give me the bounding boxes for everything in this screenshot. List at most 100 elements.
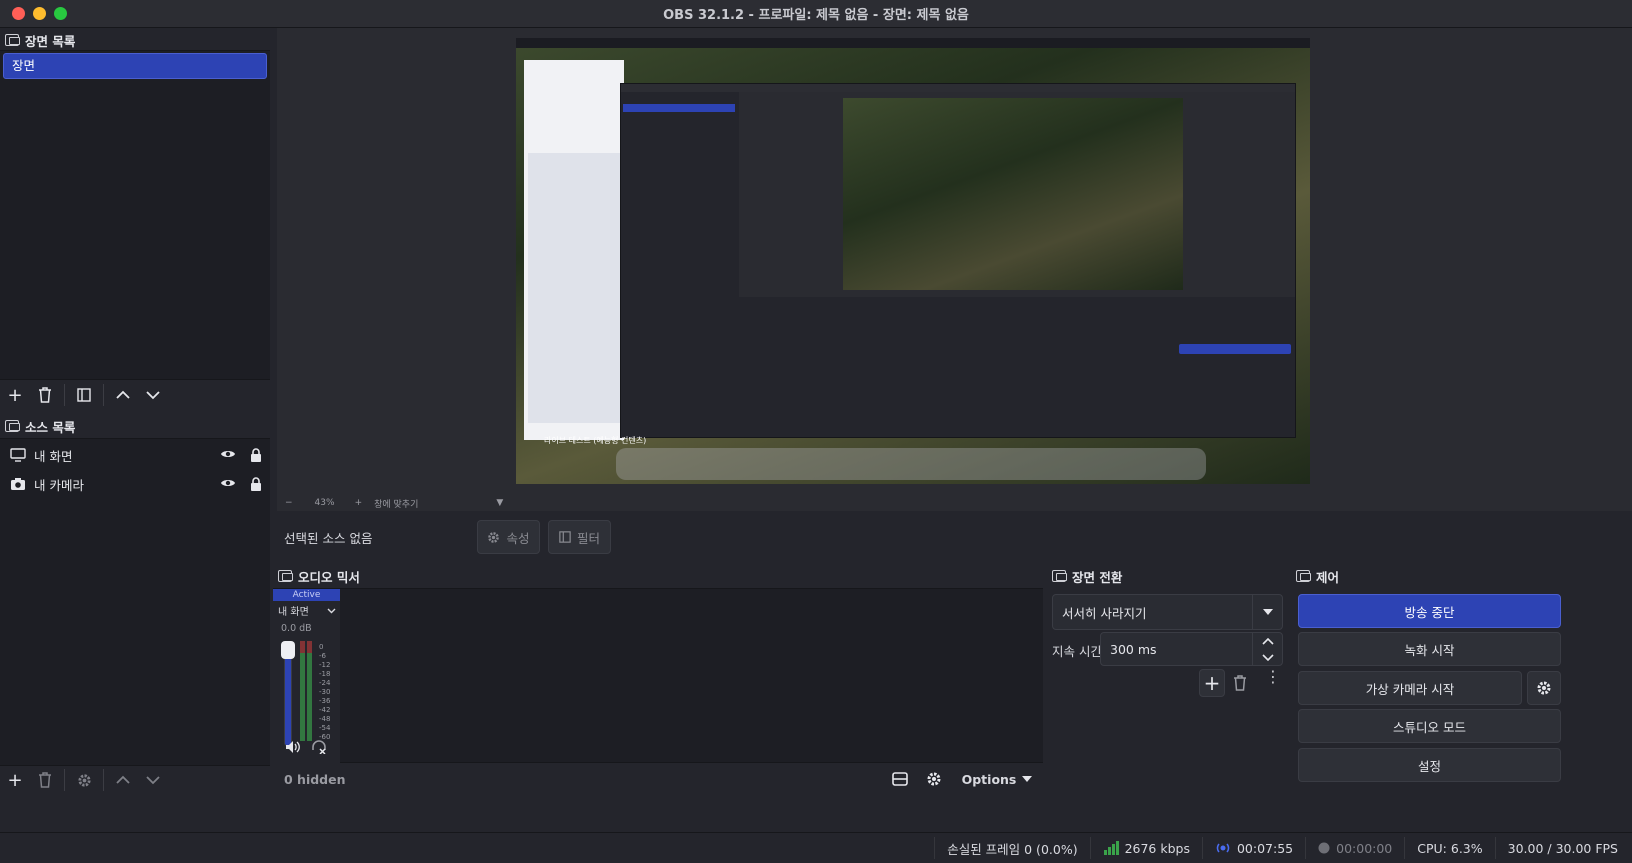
remove-scene-button[interactable] <box>30 381 60 409</box>
eye-icon[interactable] <box>220 448 236 460</box>
selected-source-label: 선택된 소스 없음 <box>284 530 373 546</box>
source-properties-button[interactable] <box>69 766 99 794</box>
window-title: OBS 32.1.2 - 프로파일: 제목 없음 - 장면: 제목 없음 <box>663 8 969 23</box>
meter-scale: 0 -6 -12 -18 -24 -30 -36 -42 -48 -54 -60 <box>319 643 331 741</box>
scene-item[interactable]: 장면 <box>3 53 267 79</box>
chevron-up-icon <box>116 775 130 784</box>
scenes-title: 장면 목록 <box>25 33 76 49</box>
chevron-up-icon <box>116 390 130 399</box>
trash-icon <box>1234 675 1246 691</box>
channel-name-select[interactable]: 내 화면 <box>273 601 340 618</box>
scenes-list[interactable]: 장면 <box>0 50 270 380</box>
virtual-camera-settings-button[interactable] <box>1527 671 1561 705</box>
headphone-mute-icon[interactable] <box>311 740 327 754</box>
mixer-settings-button[interactable] <box>924 770 944 788</box>
move-source-up-button[interactable] <box>108 766 138 794</box>
filter-icon <box>559 531 571 543</box>
zoom-level: 43% <box>314 498 335 508</box>
volume-slider[interactable] <box>281 641 295 746</box>
filters-button[interactable]: 필터 <box>548 520 611 554</box>
transition-menu-button[interactable]: ⋮ <box>1265 669 1281 685</box>
remove-source-button[interactable] <box>30 766 60 794</box>
transition-select[interactable]: 서서히 사라지기 <box>1052 594 1283 630</box>
scene-filters-button[interactable] <box>69 381 99 409</box>
source-item-screen[interactable]: 내 화면 <box>0 441 270 469</box>
dock-icon <box>1296 570 1311 582</box>
start-virtual-camera-button[interactable]: 가상 카메라 시작 <box>1298 671 1522 705</box>
transitions-header: 장면 전환 <box>1047 564 1287 588</box>
transitions-title: 장면 전환 <box>1072 569 1123 585</box>
speaker-icon[interactable] <box>285 740 301 754</box>
zoom-fit-select[interactable]: 창에 맞추기 <box>374 497 418 510</box>
zoom-out-button[interactable]: − <box>285 498 293 508</box>
stop-streaming-button[interactable]: 방송 중단 <box>1298 594 1561 628</box>
toolbar-separator <box>103 384 104 406</box>
gear-icon <box>488 531 500 543</box>
close-window-button[interactable] <box>12 7 25 20</box>
camera-icon <box>11 478 25 490</box>
chevron-down-icon[interactable] <box>1261 653 1274 661</box>
eye-icon[interactable] <box>220 477 236 489</box>
add-scene-button[interactable]: + <box>0 381 30 409</box>
mixer-options-button[interactable]: Options <box>961 767 1033 791</box>
streaming-icon <box>1216 843 1230 853</box>
source-actions <box>220 477 262 491</box>
move-source-down-button[interactable] <box>138 766 168 794</box>
scenes-header: 장면 목록 <box>0 28 270 52</box>
mixer-channel: Active 내 화면 0.0 dB 0 -6 -12 -18 -24 -30 -3 <box>273 589 340 764</box>
nested-dock <box>616 448 1206 480</box>
filter-icon <box>77 388 91 402</box>
preview-area[interactable]: 라이브 테스트 (예능형 컨텐츠) <box>277 28 1632 495</box>
scenes-panel: 장면 목록 장면 + <box>0 28 270 410</box>
settings-button[interactable]: 설정 <box>1298 748 1561 782</box>
gear-icon <box>927 772 941 786</box>
studio-mode-button[interactable]: 스튜디오 모드 <box>1298 709 1561 743</box>
lock-icon[interactable] <box>250 448 262 462</box>
chevron-up-icon[interactable] <box>1261 637 1274 645</box>
move-scene-down-button[interactable] <box>138 381 168 409</box>
add-transition-button[interactable]: + <box>1199 669 1225 697</box>
audio-mixer-panel: 오디오 믹서 Active 내 화면 0.0 dB 0 -6 -12 -18 -… <box>273 564 1043 794</box>
start-recording-button[interactable]: 녹화 시작 <box>1298 632 1561 666</box>
cpu-usage: CPU: 6.3% <box>1404 837 1494 859</box>
stream-timer: 00:07:55 <box>1201 837 1305 859</box>
mixer-title: 오디오 믹서 <box>298 569 360 585</box>
zoom-dropdown-arrow[interactable]: ▼ <box>496 498 503 508</box>
add-source-button[interactable]: + <box>0 766 30 794</box>
duration-spinbox[interactable]: 300 ms <box>1100 632 1283 666</box>
nested-menubar <box>516 38 1310 48</box>
mixer-footer: 0 hidden Options <box>273 765 1043 793</box>
toolbar-separator <box>64 769 65 791</box>
source-item-camera[interactable]: 내 카메라 <box>0 470 270 498</box>
dropped-frames: 손실된 프레임 0 (0.0%) <box>934 837 1089 859</box>
dock-icon <box>278 570 293 582</box>
bitrate: 2676 kbps <box>1089 837 1202 859</box>
source-label: 내 화면 <box>34 448 73 464</box>
window-controls <box>12 7 67 20</box>
sources-panel: 소스 목록 내 화면 내 카메라 + <box>0 414 270 794</box>
sources-title: 소스 목록 <box>25 419 76 435</box>
controls-panel: 제어 방송 중단 녹화 시작 가상 카메라 시작 스튜디오 모드 설정 <box>1291 564 1567 794</box>
volume-slider-handle[interactable] <box>281 641 295 659</box>
properties-button[interactable]: 속성 <box>477 520 540 554</box>
preview-canvas[interactable]: 라이브 테스트 (예능형 컨텐츠) <box>516 38 1310 484</box>
monitor-icon <box>10 448 26 462</box>
chevron-down-icon <box>327 608 336 613</box>
channel-level: 0.0 dB <box>281 623 312 634</box>
sources-list[interactable]: 내 화면 내 카메라 <box>0 438 270 766</box>
chevron-down-icon <box>146 776 160 785</box>
remove-transition-button[interactable] <box>1233 675 1247 695</box>
hidden-count: 0 hidden <box>284 771 346 787</box>
source-actions <box>220 448 262 462</box>
sources-header: 소스 목록 <box>0 414 270 438</box>
scene-transitions-panel: 장면 전환 서서히 사라지기 지속 시간 300 ms + ⋮ <box>1047 564 1287 794</box>
chevron-down-icon <box>146 391 160 400</box>
caret-down-icon <box>1262 609 1273 615</box>
minimize-window-button[interactable] <box>33 7 46 20</box>
move-scene-up-button[interactable] <box>108 381 138 409</box>
zoom-in-button[interactable]: + <box>355 498 363 508</box>
title-bar: OBS 32.1.2 - 프로파일: 제목 없음 - 장면: 제목 없음 <box>0 0 1632 28</box>
mixer-layout-button[interactable] <box>890 770 910 788</box>
lock-icon[interactable] <box>250 477 262 491</box>
maximize-window-button[interactable] <box>54 7 67 20</box>
